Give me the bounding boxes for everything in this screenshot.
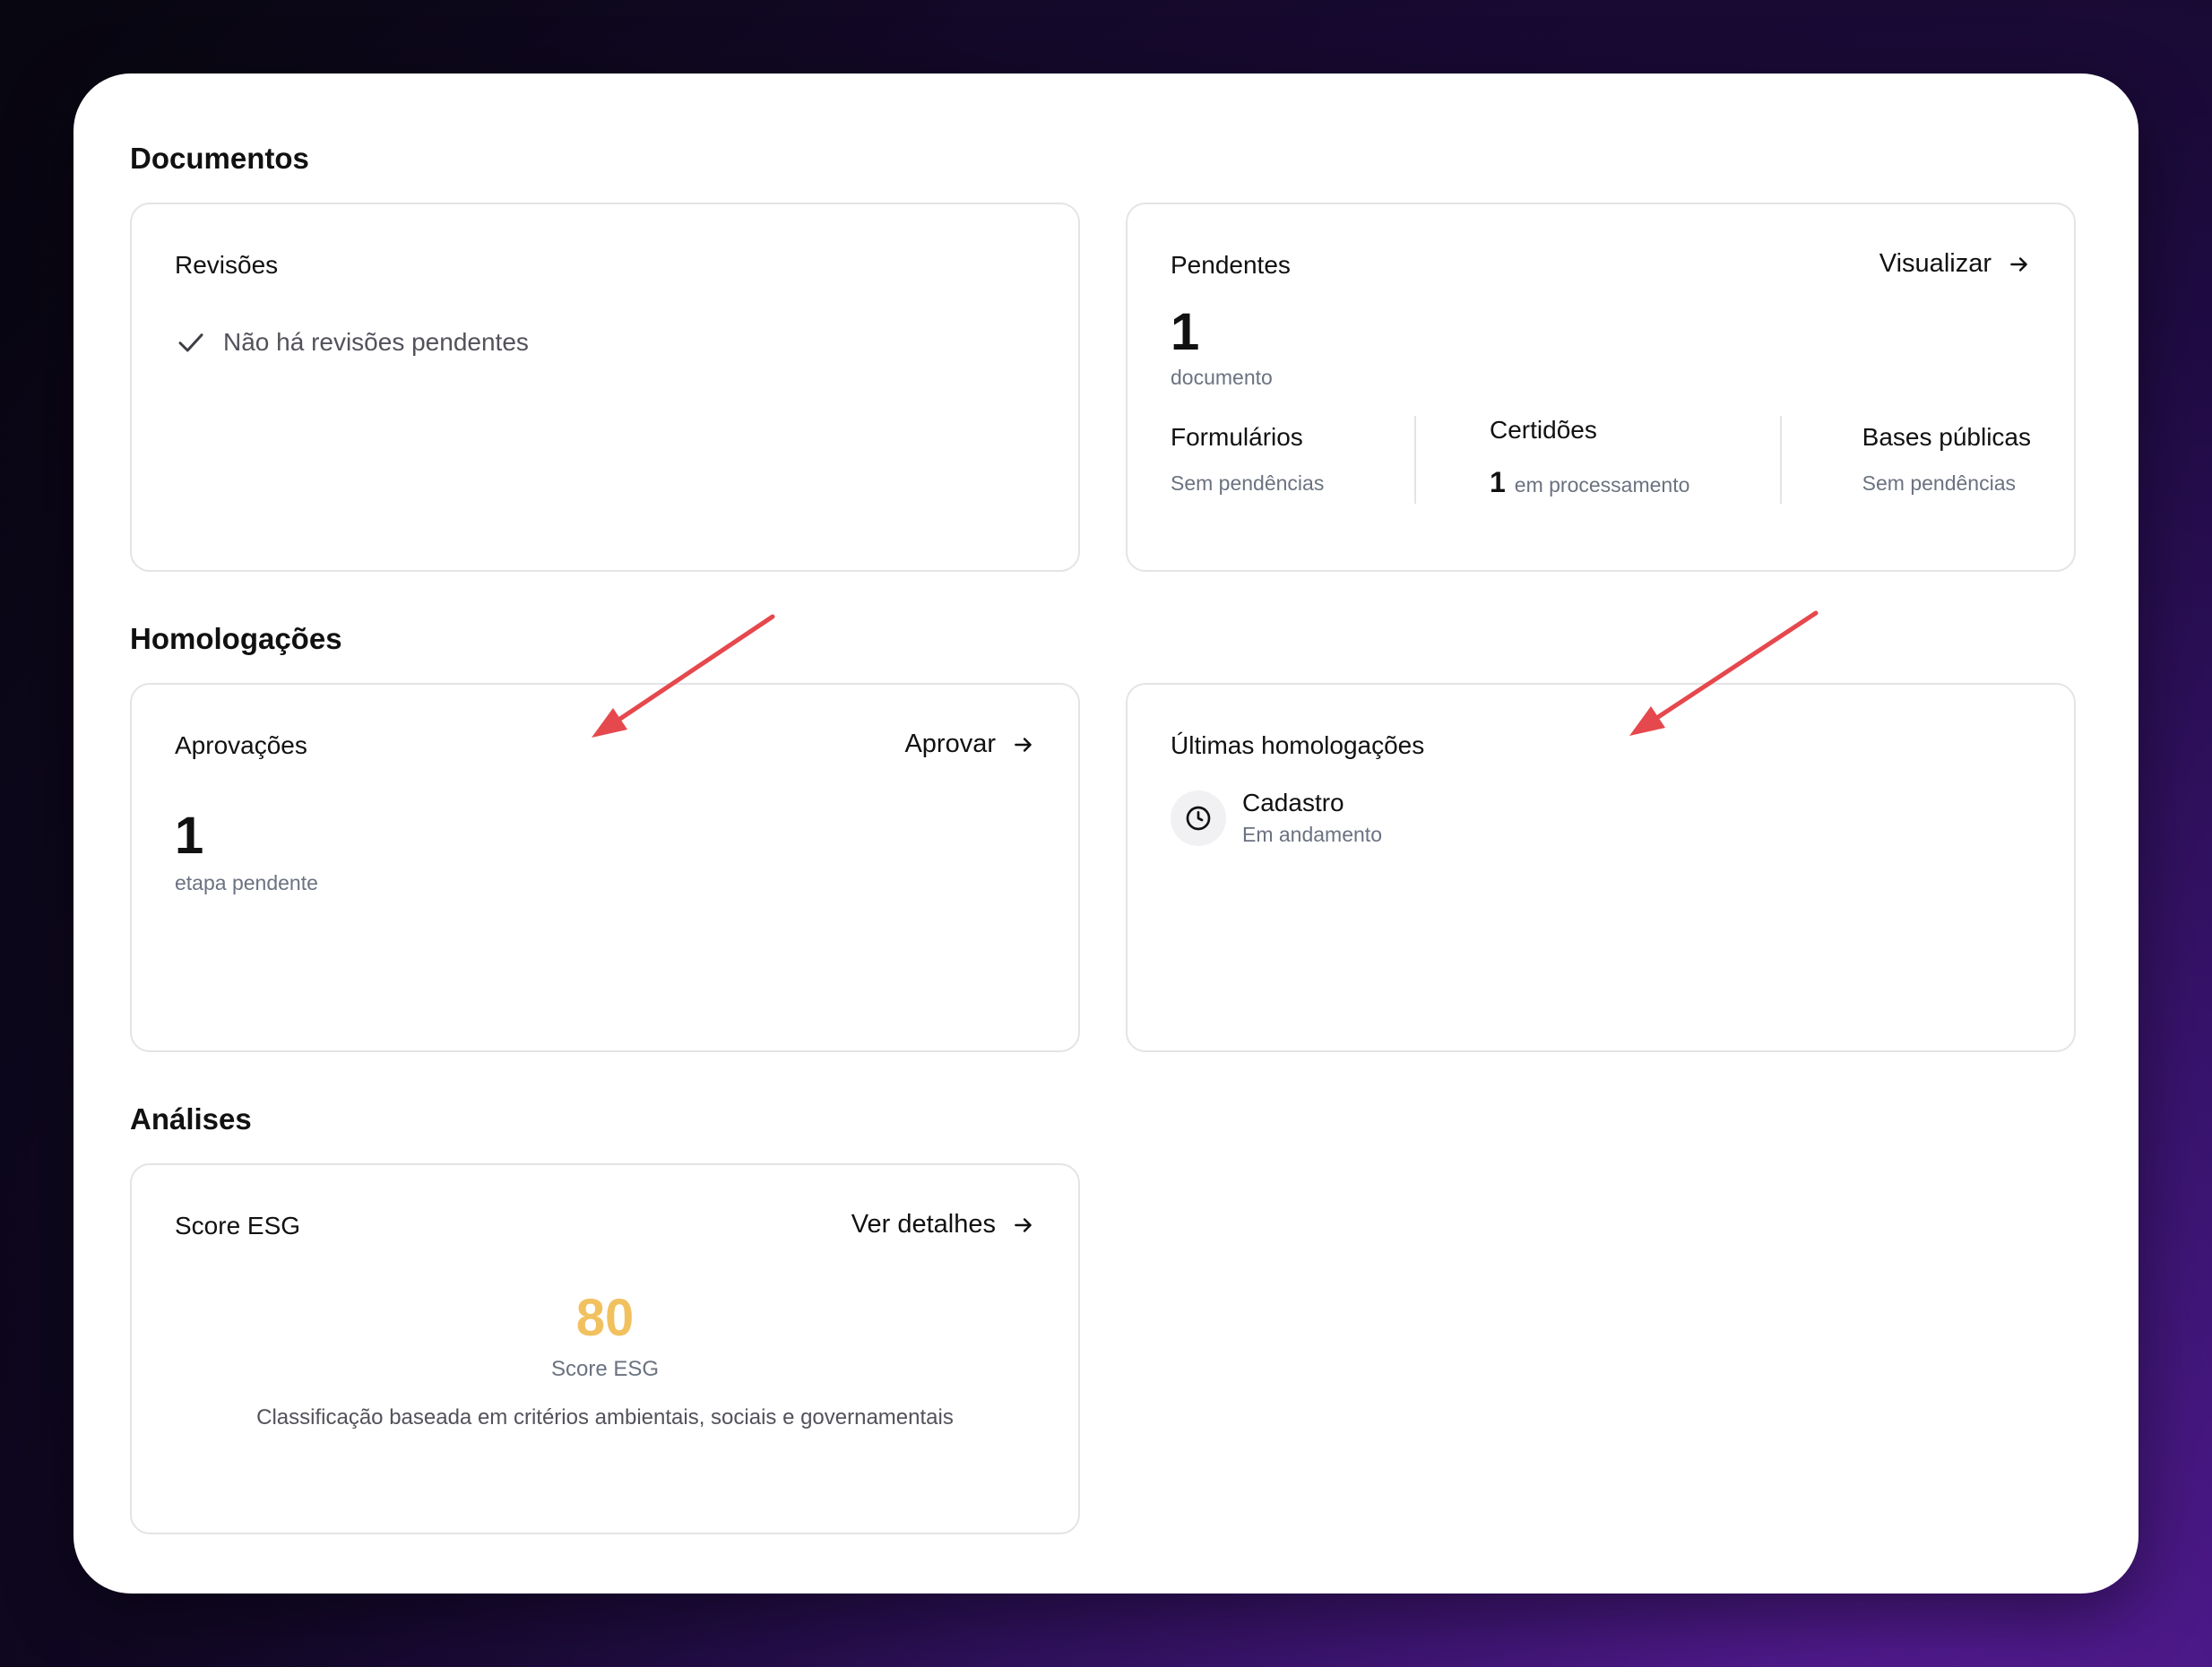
pendentes-card: Pendentes Visualizar 1 documento Formulá…: [1126, 203, 2076, 572]
section-title-homologacoes: Homologações: [130, 622, 342, 655]
homologacao-text: Cadastro Em andamento: [1242, 789, 1382, 847]
score-description: Classificação baseada em critérios ambie…: [256, 1405, 954, 1429]
revisoes-card: Revisões Não há revisões pendentes: [130, 203, 1080, 572]
score-esg-summary: 80 Score ESG Classificação baseada em cr…: [132, 1292, 1078, 1430]
certidoes-title: Certidões: [1490, 416, 1597, 444]
score-label: Score ESG: [550, 1357, 660, 1381]
certidoes-status-row: 1 em processamento: [1490, 466, 1689, 499]
homologacao-status: Em andamento: [1242, 823, 1382, 846]
aprovacoes-title: Aprovações: [175, 731, 307, 759]
formularios-column: Formulários Sem pendências: [1171, 423, 1324, 496]
revisoes-empty-text: Não há revisões pendentes: [223, 328, 529, 356]
aprovacoes-count: 1: [175, 807, 204, 865]
bases-publicas-column: Bases públicas Sem pendências: [1862, 423, 2031, 496]
aprovar-link[interactable]: Aprovar: [904, 730, 1035, 759]
certidoes-column: Certidões 1 em processamento: [1490, 416, 1689, 499]
certidoes-status: em processamento: [1514, 473, 1690, 497]
visualizar-link[interactable]: Visualizar: [1879, 249, 2031, 279]
bases-publicas-status: Sem pendências: [1862, 471, 2016, 495]
section-title-analises: Análises: [130, 1102, 252, 1136]
score-value: 80: [575, 1289, 635, 1347]
arrow-right-icon: [1015, 737, 1032, 752]
homologacao-item[interactable]: Cadastro Em andamento: [1171, 789, 1382, 847]
score-esg-card: Score ESG Ver detalhes 80 Score ESG Clas…: [130, 1163, 1080, 1534]
arrow-right-icon: [2010, 256, 2027, 272]
aprovar-label: Aprovar: [904, 730, 996, 758]
pendentes-title: Pendentes: [1171, 251, 1291, 279]
pendentes-count: 1: [1171, 303, 1200, 361]
ultimas-homologacoes-title: Últimas homologações: [1171, 731, 1425, 759]
ultimas-homologacoes-card: Últimas homologações Cadastro Em andamen…: [1126, 683, 2076, 1052]
aprovacoes-unit: etapa pendente: [175, 871, 318, 894]
pendentes-unit: documento: [1171, 366, 1273, 389]
revisoes-title: Revisões: [175, 251, 279, 279]
formularios-status: Sem pendências: [1171, 471, 1325, 495]
column-divider: [1414, 416, 1416, 504]
section-title-documentos: Documentos: [130, 142, 309, 175]
score-esg-title: Score ESG: [175, 1212, 301, 1239]
clock-icon: [1171, 790, 1226, 846]
ver-detalhes-label: Ver detalhes: [851, 1210, 996, 1239]
check-icon: [178, 333, 203, 352]
revisoes-empty-state: Não há revisões pendentes: [175, 326, 529, 358]
column-divider: [1780, 416, 1782, 504]
dashboard-window: Documentos Revisões Não há revisões pend…: [73, 73, 2139, 1594]
formularios-title: Formulários: [1171, 423, 1303, 451]
arrow-right-icon: [1015, 1217, 1032, 1232]
ver-detalhes-link[interactable]: Ver detalhes: [851, 1210, 1035, 1239]
aprovacoes-card: Aprovações Aprovar 1 etapa pendente: [130, 683, 1080, 1052]
homologacao-name: Cadastro: [1242, 789, 1344, 816]
bases-publicas-title: Bases públicas: [1862, 423, 2031, 451]
visualizar-label: Visualizar: [1879, 249, 1992, 278]
certidoes-count: 1: [1490, 466, 1506, 498]
